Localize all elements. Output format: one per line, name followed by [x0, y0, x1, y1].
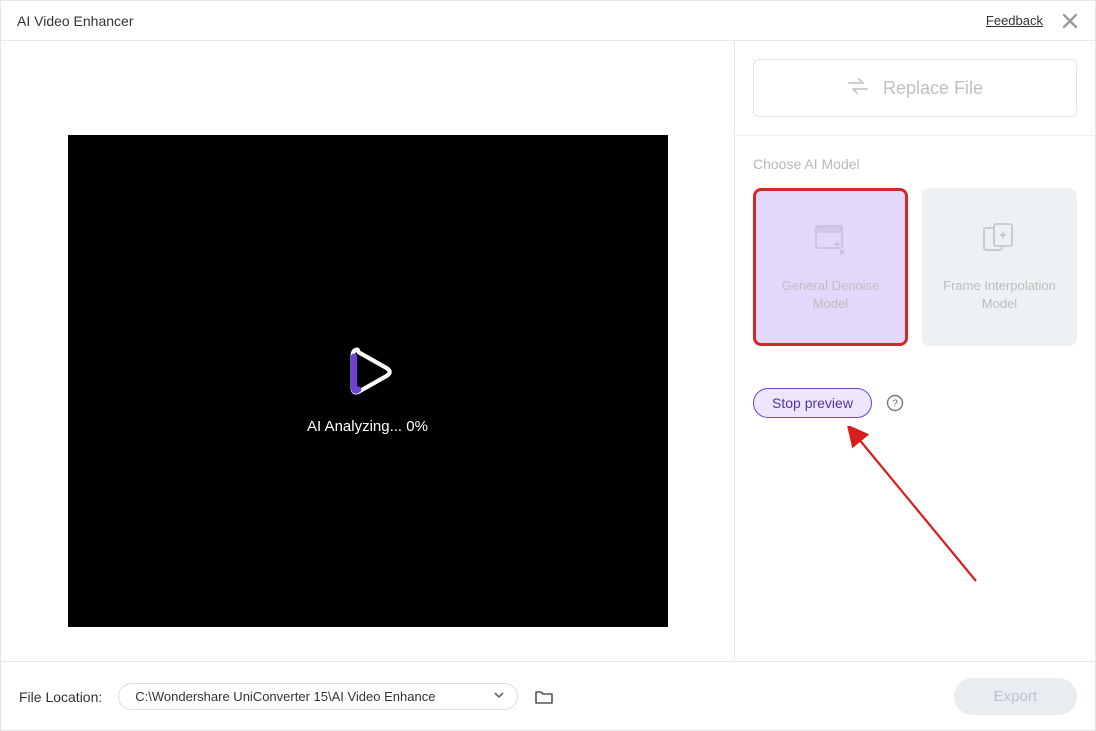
- model-row: General Denoise Model Frame Interpolatio…: [753, 188, 1077, 346]
- replace-file-label: Replace File: [883, 78, 983, 99]
- help-icon: ?: [886, 394, 904, 412]
- choose-model-label: Choose AI Model: [753, 156, 1077, 172]
- main-panel: AI Analyzing... 0%: [1, 41, 734, 661]
- export-button[interactable]: Export: [954, 678, 1077, 715]
- model-card-frame-interpolation[interactable]: Frame Interpolation Model: [922, 188, 1077, 346]
- stop-preview-row: Stop preview ?: [753, 388, 1077, 418]
- close-button[interactable]: [1061, 12, 1079, 30]
- replace-file-button[interactable]: Replace File: [753, 59, 1077, 117]
- footer: File Location: C:\Wondershare UniConvert…: [1, 661, 1095, 731]
- header: AI Video Enhancer Feedback: [1, 1, 1095, 41]
- model-label-line1: General Denoise: [782, 278, 880, 293]
- model-label: Frame Interpolation Model: [943, 277, 1056, 312]
- sidebar: Replace File Choose AI Model General Den…: [734, 41, 1095, 661]
- close-icon: [1061, 12, 1079, 30]
- open-folder-button[interactable]: [534, 688, 554, 706]
- video-preview: AI Analyzing... 0%: [68, 135, 668, 627]
- swap-icon: [847, 78, 869, 99]
- chevron-down-icon: [493, 689, 505, 704]
- model-label-line1: Frame Interpolation: [943, 278, 1056, 293]
- model-label-line2: Model: [813, 296, 848, 311]
- app-title: AI Video Enhancer: [17, 13, 134, 29]
- divider: [735, 135, 1095, 136]
- analyzing-status: AI Analyzing... 0%: [307, 418, 428, 435]
- frame-interp-icon: [979, 222, 1021, 263]
- file-location-label: File Location:: [19, 689, 102, 705]
- model-card-general-denoise[interactable]: General Denoise Model: [753, 188, 908, 346]
- app-logo-icon: [333, 337, 403, 412]
- help-button[interactable]: ?: [886, 394, 904, 412]
- folder-icon: [534, 688, 554, 706]
- header-actions: Feedback: [986, 12, 1079, 30]
- stop-preview-button[interactable]: Stop preview: [753, 388, 872, 418]
- svg-text:?: ?: [892, 399, 898, 410]
- file-location-select[interactable]: C:\Wondershare UniConverter 15\AI Video …: [118, 683, 518, 710]
- file-location-value: C:\Wondershare UniConverter 15\AI Video …: [135, 689, 435, 704]
- model-label: General Denoise Model: [782, 277, 880, 312]
- content-layout: AI Analyzing... 0% Replace File Choose A…: [1, 41, 1095, 661]
- denoise-icon: [810, 222, 852, 263]
- feedback-link[interactable]: Feedback: [986, 13, 1043, 28]
- model-label-line2: Model: [982, 296, 1017, 311]
